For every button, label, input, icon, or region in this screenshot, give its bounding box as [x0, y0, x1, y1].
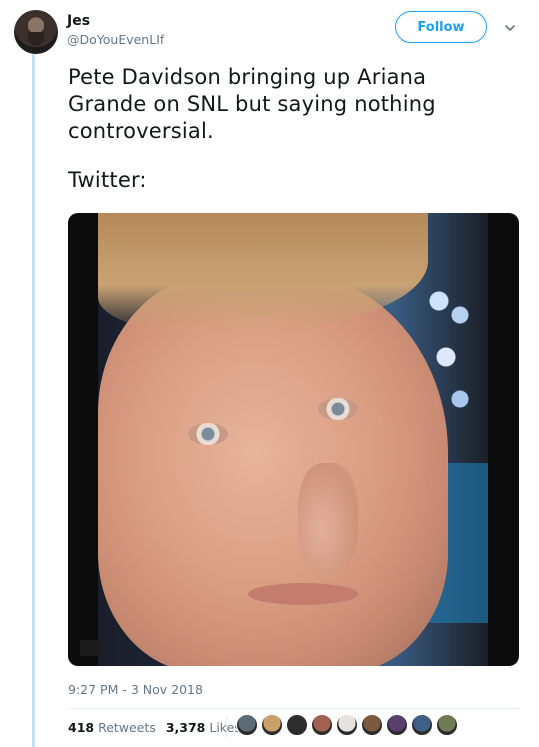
- liker-avatar[interactable]: [361, 714, 383, 736]
- media-lips: [248, 583, 358, 605]
- tweet-stats: 418Retweets 3,378Likes: [68, 720, 241, 735]
- retweets-count: 418: [68, 720, 95, 735]
- avatar[interactable]: [14, 10, 58, 54]
- liker-avatar[interactable]: [311, 714, 333, 736]
- gif-badge-icon: [80, 640, 104, 656]
- media-nose: [298, 463, 358, 573]
- tweet-text-second: Twitter:: [68, 168, 147, 192]
- tweet-text: Pete Davidson bringing up Ariana Grande …: [68, 64, 508, 194]
- retweets-label: Retweets: [98, 720, 156, 735]
- author-handle[interactable]: @DoYouEvenLIf: [67, 32, 164, 47]
- author-name[interactable]: Jes: [67, 13, 90, 29]
- follow-button[interactable]: Follow: [395, 11, 487, 43]
- tweet-timestamp[interactable]: 9:27 PM - 3 Nov 2018: [68, 682, 203, 697]
- likes-stat[interactable]: 3,378Likes: [166, 720, 241, 735]
- thread-line: [32, 52, 35, 747]
- chevron-down-icon[interactable]: [504, 22, 516, 34]
- media-left-eye: [188, 423, 228, 445]
- retweets-stat[interactable]: 418 Retweets: [68, 720, 156, 735]
- liker-avatar[interactable]: [236, 714, 258, 736]
- tweet-text-main: Pete Davidson bringing up Ariana Grande …: [68, 65, 436, 143]
- avatar-beard: [28, 32, 44, 46]
- likers-avatars[interactable]: [236, 714, 461, 736]
- divider: [68, 708, 519, 709]
- tweet-media-gif[interactable]: [68, 213, 519, 666]
- liker-avatar[interactable]: [261, 714, 283, 736]
- stats-divider: [226, 716, 227, 738]
- liker-avatar[interactable]: [411, 714, 433, 736]
- media-face: [98, 273, 448, 666]
- liker-avatar[interactable]: [436, 714, 458, 736]
- liker-avatar[interactable]: [336, 714, 358, 736]
- media-right-eye: [318, 398, 358, 420]
- liker-avatar[interactable]: [286, 714, 308, 736]
- liker-avatar[interactable]: [386, 714, 408, 736]
- likes-count: 3,378: [165, 720, 206, 735]
